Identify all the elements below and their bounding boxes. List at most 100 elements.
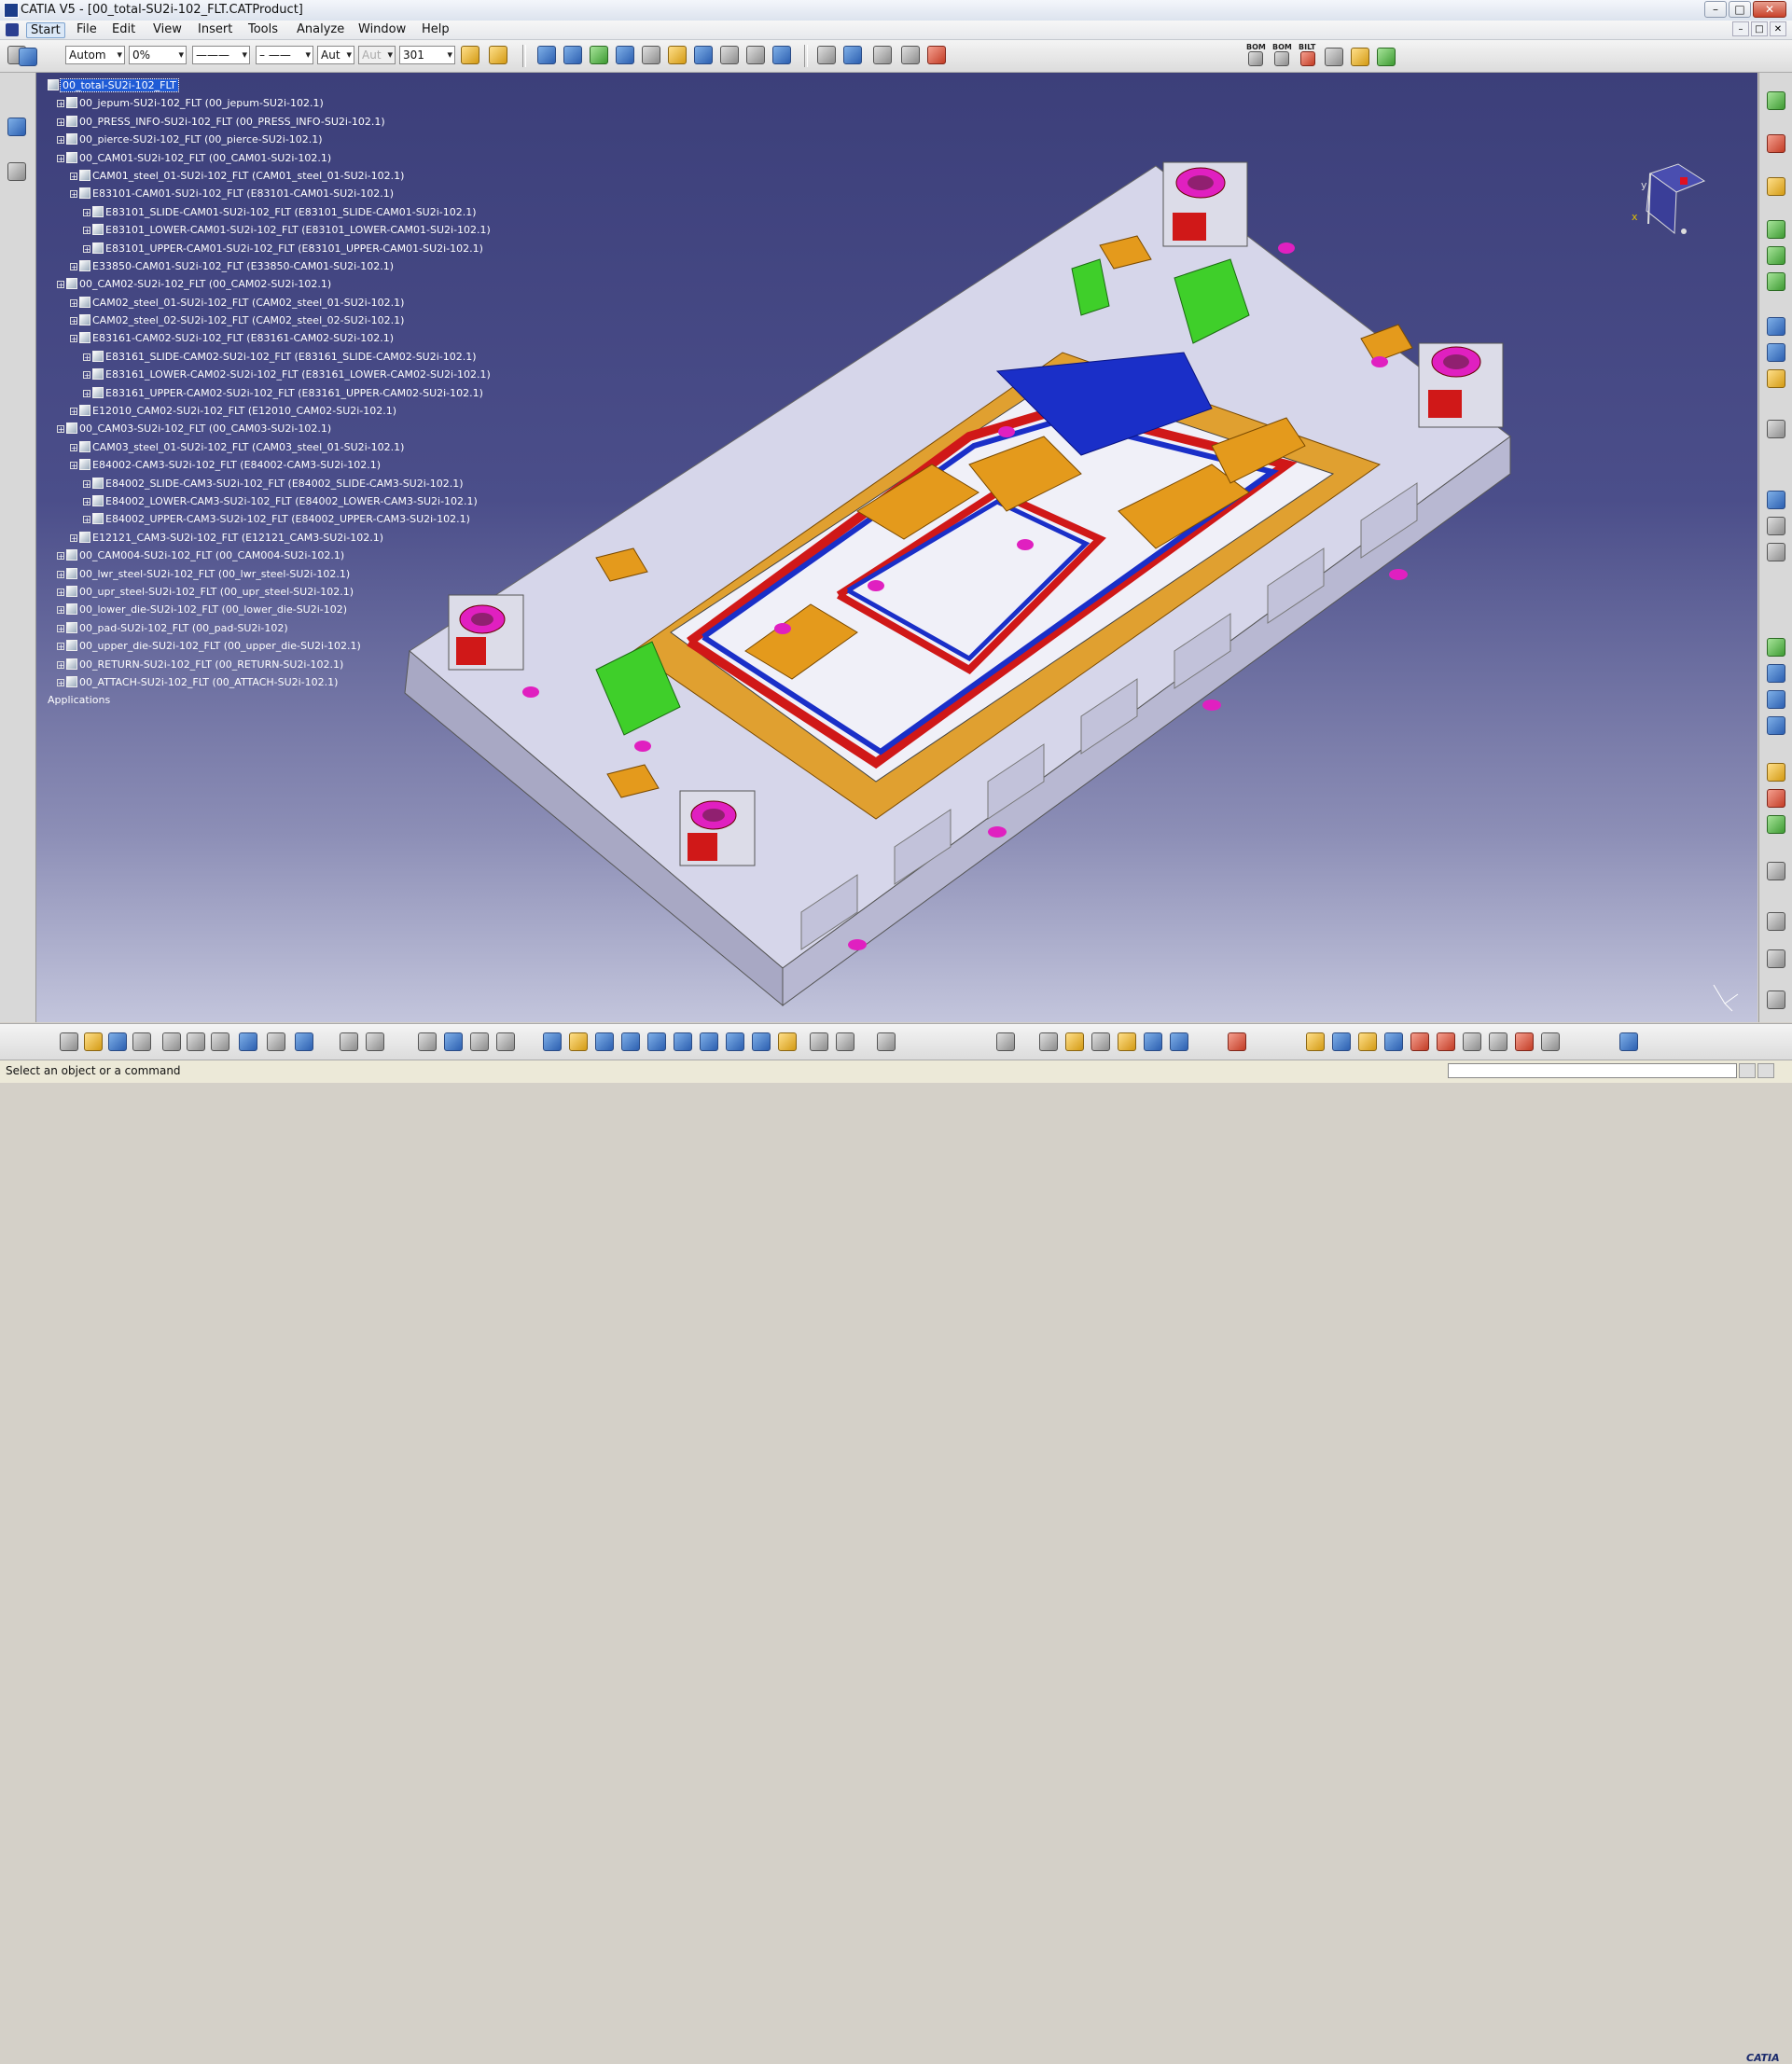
- render-icon[interactable]: [1170, 1032, 1188, 1051]
- sun-icon[interactable]: [1091, 1032, 1110, 1051]
- insert-part-icon[interactable]: [1767, 272, 1785, 291]
- manipulation-icon[interactable]: [1767, 420, 1785, 438]
- settings-icon[interactable]: [1039, 1032, 1058, 1051]
- export-icon[interactable]: [1437, 1032, 1455, 1051]
- doc-restore-button[interactable]: □: [1751, 21, 1768, 36]
- generate-numbering-icon[interactable]: [668, 46, 687, 64]
- flag-note-icon[interactable]: [873, 46, 892, 64]
- transparency-combo[interactable]: 0%: [129, 46, 187, 64]
- 3d-viewport[interactable]: 00_total-SU2i-102_FLT +00_jepum-SU2i-102…: [36, 73, 1757, 1022]
- catia-app-icon[interactable]: [4, 3, 19, 18]
- tools-icon[interactable]: [1541, 1032, 1560, 1051]
- zoom-out-icon[interactable]: [674, 1032, 692, 1051]
- normal-view-icon[interactable]: [700, 1032, 718, 1051]
- compass[interactable]: y x: [1622, 144, 1725, 246]
- tree-expander-icon[interactable]: +: [83, 371, 90, 380]
- tree-expander-icon[interactable]: +: [83, 227, 90, 235]
- add-component-icon[interactable]: [1767, 220, 1785, 239]
- menu-file[interactable]: File: [76, 22, 97, 36]
- save-icon[interactable]: [108, 1032, 127, 1051]
- whats-this-icon[interactable]: [295, 1032, 313, 1051]
- tree-node[interactable]: + E83161_LOWER-CAM02-SU2i-102_FLT (E83161…: [48, 366, 491, 383]
- tree-node[interactable]: +00_RETURN-SU2i-102_FLT (00_RETURN-SU2i-…: [48, 656, 491, 673]
- print-icon[interactable]: [132, 1032, 151, 1051]
- tree-node[interactable]: + E12010_CAM02-SU2i-102_FLT (E12010_CAM02…: [48, 402, 491, 420]
- fit-all-icon[interactable]: [569, 1032, 588, 1051]
- tree-node[interactable]: +00_pad-SU2i-102_FLT (00_pad-SU2i-102): [48, 619, 491, 637]
- bilt-icon[interactable]: [1300, 51, 1315, 66]
- catalog-icon[interactable]: [1358, 1032, 1377, 1051]
- clash-icon[interactable]: [927, 46, 946, 64]
- maximize-button[interactable]: □: [1729, 1, 1751, 18]
- tree-expander-icon[interactable]: +: [57, 425, 64, 434]
- tree-expander-icon[interactable]: +: [70, 335, 77, 343]
- existing-component-icon[interactable]: [590, 46, 608, 64]
- tree-expander-icon[interactable]: +: [57, 570, 64, 578]
- color-combo[interactable]: Autom: [65, 46, 125, 64]
- tree-expander-icon[interactable]: +: [57, 100, 64, 108]
- tree-expander-icon[interactable]: +: [70, 262, 77, 270]
- tree-node[interactable]: + E83161_SLIDE-CAM02-SU2i-102_FLT (E83161…: [48, 348, 491, 366]
- tree-expander-icon[interactable]: +: [57, 552, 64, 561]
- multi-view-icon[interactable]: [726, 1032, 744, 1051]
- tree-node[interactable]: + E12121_CAM3-SU2i-102_FLT (E12121_CAM3-S…: [48, 529, 491, 547]
- open-icon[interactable]: [84, 1032, 103, 1051]
- section-icon[interactable]: [1767, 690, 1785, 709]
- iso-view-icon[interactable]: [752, 1032, 771, 1051]
- tree-expander-icon[interactable]: +: [83, 208, 90, 216]
- gear-icon[interactable]: [1767, 912, 1785, 931]
- tree-node[interactable]: +00_lwr_steel-SU2i-102_FLT (00_lwr_steel…: [48, 565, 491, 583]
- menu-help[interactable]: Help: [422, 22, 450, 36]
- tree-node[interactable]: +00_upper_die-SU2i-102_FLT (00_upper_die…: [48, 637, 491, 655]
- view-icon[interactable]: [1767, 664, 1785, 683]
- save-bom-icon[interactable]: [1325, 48, 1343, 66]
- menu-analyze[interactable]: Analyze: [297, 22, 344, 36]
- fly-icon[interactable]: [543, 1032, 562, 1051]
- tree-node[interactable]: +00_CAM03-SU2i-102_FLT (00_CAM03-SU2i-10…: [48, 420, 491, 437]
- text-annotation-icon[interactable]: [843, 46, 862, 64]
- network-icon[interactable]: [1377, 48, 1396, 66]
- image-capture-icon[interactable]: [996, 1032, 1015, 1051]
- measure-icon[interactable]: [817, 46, 836, 64]
- tree-node[interactable]: + CAM03_steel_01-SU2i-102_FLT (CAM03_stee…: [48, 438, 491, 456]
- bom-table-icon[interactable]: [1274, 51, 1289, 66]
- menu-view[interactable]: View: [153, 22, 182, 36]
- tree-node[interactable]: +00_lower_die-SU2i-102_FLT (00_lower_die…: [48, 601, 491, 618]
- paint-bucket-icon[interactable]: [489, 46, 507, 64]
- scene-icon[interactable]: [1767, 763, 1785, 782]
- tree-expander-icon[interactable]: +: [70, 462, 77, 470]
- tree-node[interactable]: +00_PRESS_INFO-SU2i-102_FLT (00_PRESS_IN…: [48, 113, 491, 131]
- rotate-icon[interactable]: [621, 1032, 640, 1051]
- tree-expander-icon[interactable]: +: [57, 154, 64, 162]
- automation-icon[interactable]: [1306, 1032, 1325, 1051]
- product-icon[interactable]: [537, 46, 556, 64]
- tree-icon[interactable]: [444, 1032, 463, 1051]
- doc-minimize-button[interactable]: –: [1732, 21, 1749, 36]
- cut-icon[interactable]: [162, 1032, 181, 1051]
- constraint-icon[interactable]: [901, 46, 920, 64]
- tree-node[interactable]: + E83101_UPPER-CAM01-SU2i-102_FLT (E83101…: [48, 240, 491, 257]
- manage-representations-icon[interactable]: [720, 46, 739, 64]
- select-arrow-icon[interactable]: [1767, 177, 1785, 196]
- tree-expander-icon[interactable]: +: [57, 678, 64, 686]
- grid-icon[interactable]: [1228, 1032, 1246, 1051]
- macro-icon[interactable]: [1332, 1032, 1351, 1051]
- tree-expander-icon[interactable]: +: [70, 317, 77, 326]
- tree-expander-icon[interactable]: +: [57, 281, 64, 289]
- shading-icon[interactable]: [778, 1032, 797, 1051]
- move-icon[interactable]: [1767, 317, 1785, 336]
- light-icon[interactable]: [1118, 1032, 1136, 1051]
- font-icon[interactable]: [1463, 1032, 1481, 1051]
- tree-expander-icon[interactable]: +: [83, 497, 90, 506]
- tree-node[interactable]: + E33850-CAM01-SU2i-102_FLT (E33850-CAM01…: [48, 257, 491, 275]
- lock-icon[interactable]: [470, 1032, 489, 1051]
- tree-expander-icon[interactable]: +: [57, 118, 64, 126]
- tree-node[interactable]: +00_pierce-SU2i-102_FLT (00_pierce-SU2i-…: [48, 131, 491, 148]
- menu-window[interactable]: Window: [358, 22, 406, 36]
- refresh-icon[interactable]: [1767, 949, 1785, 968]
- tree-node[interactable]: + E83161-CAM02-SU2i-102_FLT (E83161-CAM02…: [48, 329, 491, 347]
- doc-close-button[interactable]: ✕: [1770, 21, 1786, 36]
- assembly-workbench-icon[interactable]: [1767, 91, 1785, 110]
- menu-start[interactable]: Start: [26, 22, 65, 38]
- offset-constraint-icon[interactable]: [1767, 543, 1785, 561]
